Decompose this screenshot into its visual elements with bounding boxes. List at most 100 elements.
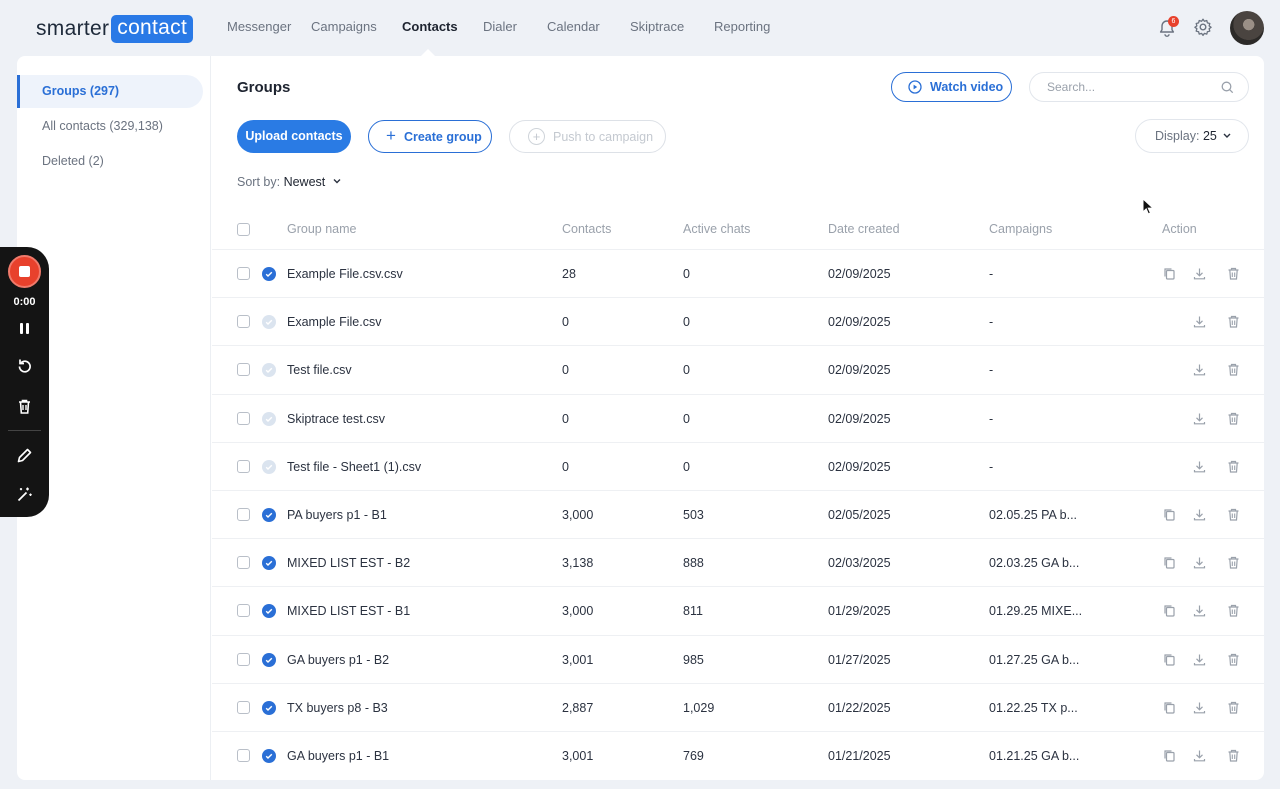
sidebar-item-deleted[interactable]: Deleted (2) bbox=[17, 145, 203, 178]
row-checkbox[interactable] bbox=[237, 604, 250, 618]
column-active-chats[interactable]: Active chats bbox=[683, 222, 750, 236]
group-name-cell[interactable]: Test file - Sheet1 (1).csv bbox=[287, 460, 421, 474]
nav-dialer[interactable]: Dialer bbox=[483, 19, 517, 34]
row-checkbox[interactable] bbox=[237, 267, 250, 280]
campaigns-cell: - bbox=[989, 459, 994, 474]
download-icon[interactable] bbox=[1192, 555, 1207, 570]
sort-by-control[interactable]: Sort by: Newest bbox=[237, 175, 342, 189]
table-row[interactable]: PA buyers p1 - B1 3,000 503 02/05/2025 02.05… bbox=[212, 490, 1264, 538]
sidebar-item-all-contacts[interactable]: All contacts (329,138) bbox=[17, 110, 203, 143]
sidebar-item-groups[interactable]: Groups (297) bbox=[17, 75, 203, 108]
download-icon[interactable] bbox=[1192, 748, 1207, 763]
active-chats-cell: 0 bbox=[683, 411, 690, 426]
trash-icon[interactable] bbox=[1226, 507, 1241, 522]
stop-recording-button[interactable] bbox=[8, 255, 41, 288]
download-icon[interactable] bbox=[1192, 459, 1207, 474]
trash-icon[interactable] bbox=[1226, 603, 1241, 618]
group-name-cell[interactable]: Example File.csv.csv bbox=[287, 267, 403, 281]
download-icon[interactable] bbox=[1192, 266, 1207, 281]
nav-campaigns[interactable]: Campaigns bbox=[311, 19, 377, 34]
pencil-icon[interactable] bbox=[15, 446, 34, 465]
copy-icon[interactable] bbox=[1162, 748, 1177, 763]
copy-icon[interactable] bbox=[1162, 507, 1177, 522]
group-name-cell[interactable]: Test file.csv bbox=[287, 363, 352, 377]
date-created-cell: 02/09/2025 bbox=[828, 411, 891, 426]
user-avatar[interactable] bbox=[1230, 11, 1264, 45]
table-row[interactable]: GA buyers p1 - B2 3,001 985 01/27/2025 01.27… bbox=[212, 634, 1264, 683]
magic-wand-icon[interactable] bbox=[15, 485, 34, 504]
table-row[interactable]: Skiptrace test.csv 0 0 02/09/2025 - bbox=[212, 393, 1264, 442]
trash-icon[interactable] bbox=[1226, 459, 1241, 474]
trash-icon[interactable] bbox=[15, 397, 34, 416]
gear-icon[interactable] bbox=[1193, 17, 1213, 37]
download-icon[interactable] bbox=[1192, 411, 1207, 426]
group-name-cell[interactable]: Skiptrace test.csv bbox=[287, 412, 385, 426]
pause-icon[interactable] bbox=[15, 319, 34, 338]
active-chats-cell: 1,029 bbox=[683, 700, 715, 715]
download-icon[interactable] bbox=[1192, 603, 1207, 618]
row-checkbox[interactable] bbox=[237, 556, 250, 570]
group-name-cell[interactable]: TX buyers p8 - B3 bbox=[287, 701, 388, 715]
row-checkbox[interactable] bbox=[237, 459, 250, 473]
table-row[interactable]: GA buyers p1 - B1 3,001 769 01/21/2025 01.21… bbox=[212, 731, 1264, 779]
group-name-cell[interactable]: PA buyers p1 - B1 bbox=[287, 508, 387, 522]
group-name-cell[interactable]: Example File.csv bbox=[287, 315, 381, 329]
create-group-button[interactable]: + Create group bbox=[368, 120, 492, 153]
row-checkbox[interactable] bbox=[237, 411, 250, 425]
table-row[interactable]: MIXED LIST EST - B2 3,138 888 02/03/2025 02.… bbox=[212, 538, 1264, 586]
column-date-created[interactable]: Date created bbox=[828, 222, 900, 236]
group-name-cell[interactable]: MIXED LIST EST - B1 bbox=[287, 604, 410, 618]
row-checkbox[interactable] bbox=[237, 749, 250, 762]
push-to-campaign-button[interactable]: + Push to campaign bbox=[509, 120, 666, 153]
trash-icon[interactable] bbox=[1226, 266, 1241, 281]
row-checkbox[interactable] bbox=[237, 315, 250, 329]
table-row[interactable]: Example File.csv 0 0 02/09/2025 - bbox=[212, 297, 1264, 345]
group-name-cell[interactable]: GA buyers p1 - B1 bbox=[287, 749, 389, 763]
table-row[interactable]: TX buyers p8 - B3 2,887 1,029 01/22/2025 01.… bbox=[212, 682, 1264, 731]
status-check-icon bbox=[262, 363, 276, 378]
copy-icon[interactable] bbox=[1162, 266, 1177, 281]
trash-icon[interactable] bbox=[1226, 362, 1241, 377]
copy-icon[interactable] bbox=[1162, 555, 1177, 570]
contacts-cell: 3,001 bbox=[562, 749, 594, 763]
nav-reporting[interactable]: Reporting bbox=[714, 19, 770, 34]
watch-video-button[interactable]: Watch video bbox=[891, 72, 1012, 102]
download-icon[interactable] bbox=[1192, 700, 1207, 715]
table-row[interactable]: Example File.csv.csv 28 0 02/09/2025 - bbox=[212, 249, 1264, 297]
trash-icon[interactable] bbox=[1226, 748, 1241, 763]
nav-skiptrace[interactable]: Skiptrace bbox=[630, 19, 684, 34]
trash-icon[interactable] bbox=[1226, 700, 1241, 715]
download-icon[interactable] bbox=[1192, 652, 1207, 667]
download-icon[interactable] bbox=[1192, 314, 1207, 329]
download-icon[interactable] bbox=[1192, 507, 1207, 522]
logo[interactable]: smarter contact bbox=[36, 15, 194, 43]
nav-calendar[interactable]: Calendar bbox=[547, 19, 600, 34]
copy-icon[interactable] bbox=[1162, 652, 1177, 667]
nav-messenger[interactable]: Messenger bbox=[227, 19, 291, 34]
row-checkbox[interactable] bbox=[237, 363, 250, 377]
row-checkbox[interactable] bbox=[237, 700, 250, 714]
restart-icon[interactable] bbox=[15, 357, 34, 376]
trash-icon[interactable] bbox=[1226, 314, 1241, 329]
search-input[interactable]: Search... bbox=[1029, 72, 1249, 102]
copy-icon[interactable] bbox=[1162, 700, 1177, 715]
display-count-select[interactable]: Display: 25 bbox=[1135, 119, 1249, 153]
upload-contacts-button[interactable]: Upload contacts bbox=[237, 120, 351, 153]
chevron-down-icon bbox=[1223, 133, 1231, 138]
trash-icon[interactable] bbox=[1226, 555, 1241, 570]
trash-icon[interactable] bbox=[1226, 652, 1241, 667]
nav-contacts[interactable]: Contacts bbox=[402, 19, 458, 34]
table-row[interactable]: Test file.csv 0 0 02/09/2025 - bbox=[212, 345, 1264, 393]
column-group-name[interactable]: Group name bbox=[287, 222, 356, 236]
select-all-checkbox[interactable] bbox=[237, 223, 250, 236]
download-icon[interactable] bbox=[1192, 362, 1207, 377]
copy-icon[interactable] bbox=[1162, 603, 1177, 618]
column-contacts[interactable]: Contacts bbox=[562, 222, 611, 236]
group-name-cell[interactable]: GA buyers p1 - B2 bbox=[287, 653, 389, 667]
table-row[interactable]: Test file - Sheet1 (1).csv 0 0 02/09/2025 - bbox=[212, 441, 1264, 490]
row-checkbox[interactable] bbox=[237, 652, 250, 666]
row-checkbox[interactable] bbox=[237, 508, 250, 521]
table-row[interactable]: MIXED LIST EST - B1 3,000 811 01/29/2025 01.… bbox=[212, 586, 1264, 634]
group-name-cell[interactable]: MIXED LIST EST - B2 bbox=[287, 556, 410, 570]
trash-icon[interactable] bbox=[1226, 411, 1241, 426]
